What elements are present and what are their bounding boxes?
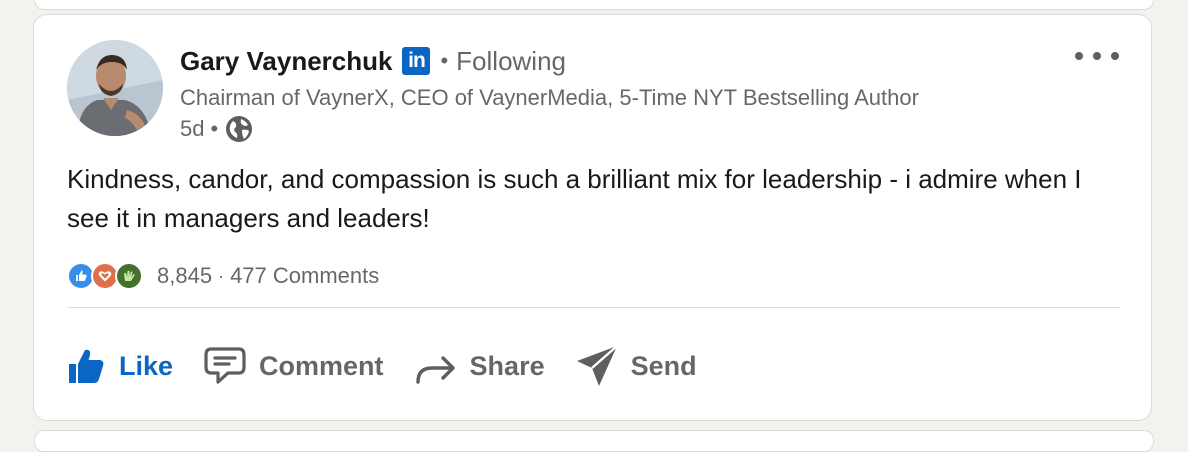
dot-icon [1111, 52, 1119, 60]
thumbs-up-icon [69, 349, 104, 383]
feed-post-card: Gary Vaynerchuk in • Following Chairman … [33, 14, 1152, 421]
reaction-icons[interactable] [67, 262, 143, 290]
social-actions-bar: Like Comment Share Send [67, 340, 727, 392]
share-button[interactable]: Share [414, 340, 545, 392]
dot-icon [1093, 52, 1101, 60]
next-post-card-edge [34, 430, 1154, 452]
share-arrow-icon [415, 356, 455, 384]
post-time: 5d [180, 116, 205, 141]
comments-count-link[interactable]: 477 Comments [230, 263, 379, 289]
previous-post-card-edge [34, 0, 1154, 10]
post-body: Kindness, candor, and compassion is such… [67, 164, 1082, 233]
name-separator: • [440, 48, 449, 73]
send-button[interactable]: Send [575, 340, 697, 392]
reaction-count[interactable]: 8,845 [157, 263, 212, 289]
linkedin-icon: in [402, 47, 431, 75]
comment-label: Comment [259, 350, 384, 381]
meta-separator: • [210, 116, 219, 141]
author-headline: Chairman of VaynerX, CEO of VaynerMedia,… [180, 85, 919, 110]
author-name[interactable]: Gary Vaynerchuk [180, 46, 392, 77]
like-button[interactable]: Like [67, 340, 173, 392]
comment-button[interactable]: Comment [203, 340, 384, 392]
dot-icon [1075, 52, 1083, 60]
social-separator: · [218, 265, 225, 286]
divider [67, 307, 1120, 308]
send-icon [576, 345, 618, 386]
send-label: Send [630, 350, 697, 381]
more-options-button[interactable] [1072, 43, 1122, 69]
globe-icon [224, 114, 254, 144]
celebrate-reaction-icon [115, 262, 143, 290]
comment-icon [204, 347, 246, 384]
share-label: Share [469, 350, 545, 381]
following-status[interactable]: Following [456, 46, 566, 77]
author-avatar[interactable] [67, 40, 163, 136]
like-label: Like [119, 350, 174, 381]
